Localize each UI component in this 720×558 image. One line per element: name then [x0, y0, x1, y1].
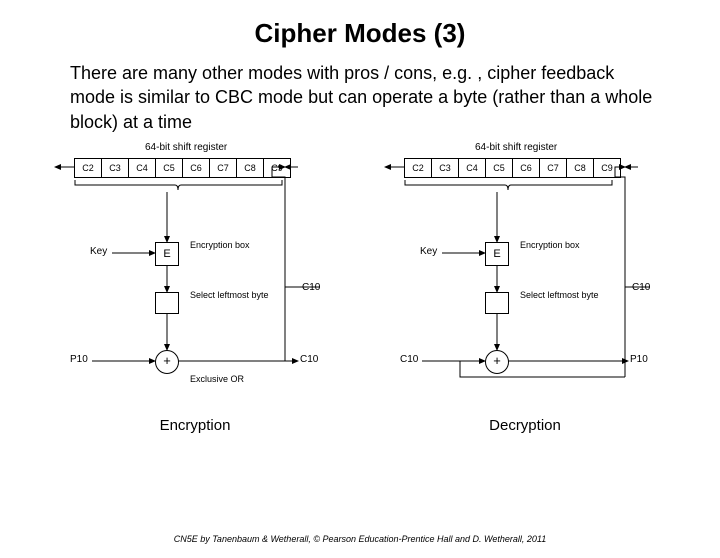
decryption-diagram: 64-bit shift register C2 C3 C4 C5 C6 C7 …	[370, 142, 680, 422]
decryption-caption: Decryption	[370, 417, 680, 434]
encryption-caption: Encryption	[40, 417, 350, 434]
diagram-lines	[40, 142, 350, 402]
body-paragraph: There are many other modes with pros / c…	[70, 61, 660, 134]
encryption-diagram: 64-bit shift register C2 C3 C4 C5 C6 C7 …	[40, 142, 350, 422]
page-title: Cipher Modes (3)	[0, 18, 720, 49]
diagram-lines	[370, 142, 680, 402]
copyright-footer: CN5E by Tanenbaum & Wetherall, © Pearson…	[0, 534, 720, 544]
diagram-row: 64-bit shift register C2 C3 C4 C5 C6 C7 …	[40, 142, 680, 422]
